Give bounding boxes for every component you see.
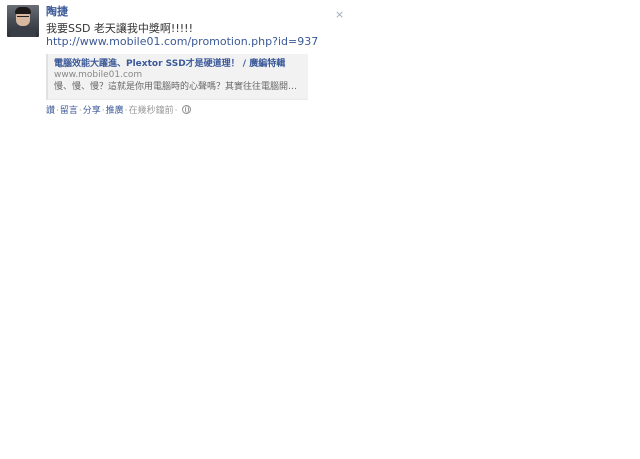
promote-button[interactable]: 推廣 [106, 106, 124, 116]
attachment-domain: www.mobile01.com [54, 70, 143, 80]
action-bar: 讚·留言·分享·推廣·在幾秒鐘前· [46, 105, 336, 117]
status-message: 我要SSD 老天讓我中獎啊!!!!! [46, 22, 193, 35]
timestamp[interactable]: 在幾秒鐘前 [129, 106, 174, 116]
avatar-hair [15, 7, 31, 14]
author-name[interactable]: 陶捷 [46, 5, 68, 18]
avatar[interactable] [7, 5, 39, 37]
message-link[interactable]: http://www.mobile01.com/promotion.php?id… [46, 35, 336, 49]
avatar-glasses [17, 16, 29, 20]
comment-button[interactable]: 留言 [60, 106, 78, 116]
story-content: 陶捷 我要SSD 老天讓我中獎啊!!!!! http://www.mobile0… [46, 5, 336, 117]
share-button[interactable]: 分享 [83, 106, 101, 116]
globe-icon[interactable] [182, 105, 192, 114]
attachment-title[interactable]: 電腦效能大躍進、Plextor SSD才是硬道理！ / 廣編特輯 [54, 58, 303, 70]
attachment-description: 慢、慢、慢？這就是你用電腦時的心聲嗎？其實往往電腦開機慢、讀... [54, 82, 303, 92]
separator: · [174, 106, 178, 116]
link-attachment[interactable]: 電腦效能大躍進、Plextor SSD才是硬道理！ / 廣編特輯 www.mob… [46, 54, 308, 100]
avatar-shoulders [10, 26, 36, 37]
close-icon[interactable]: × [335, 9, 344, 20]
like-button[interactable]: 讚 [46, 106, 55, 116]
